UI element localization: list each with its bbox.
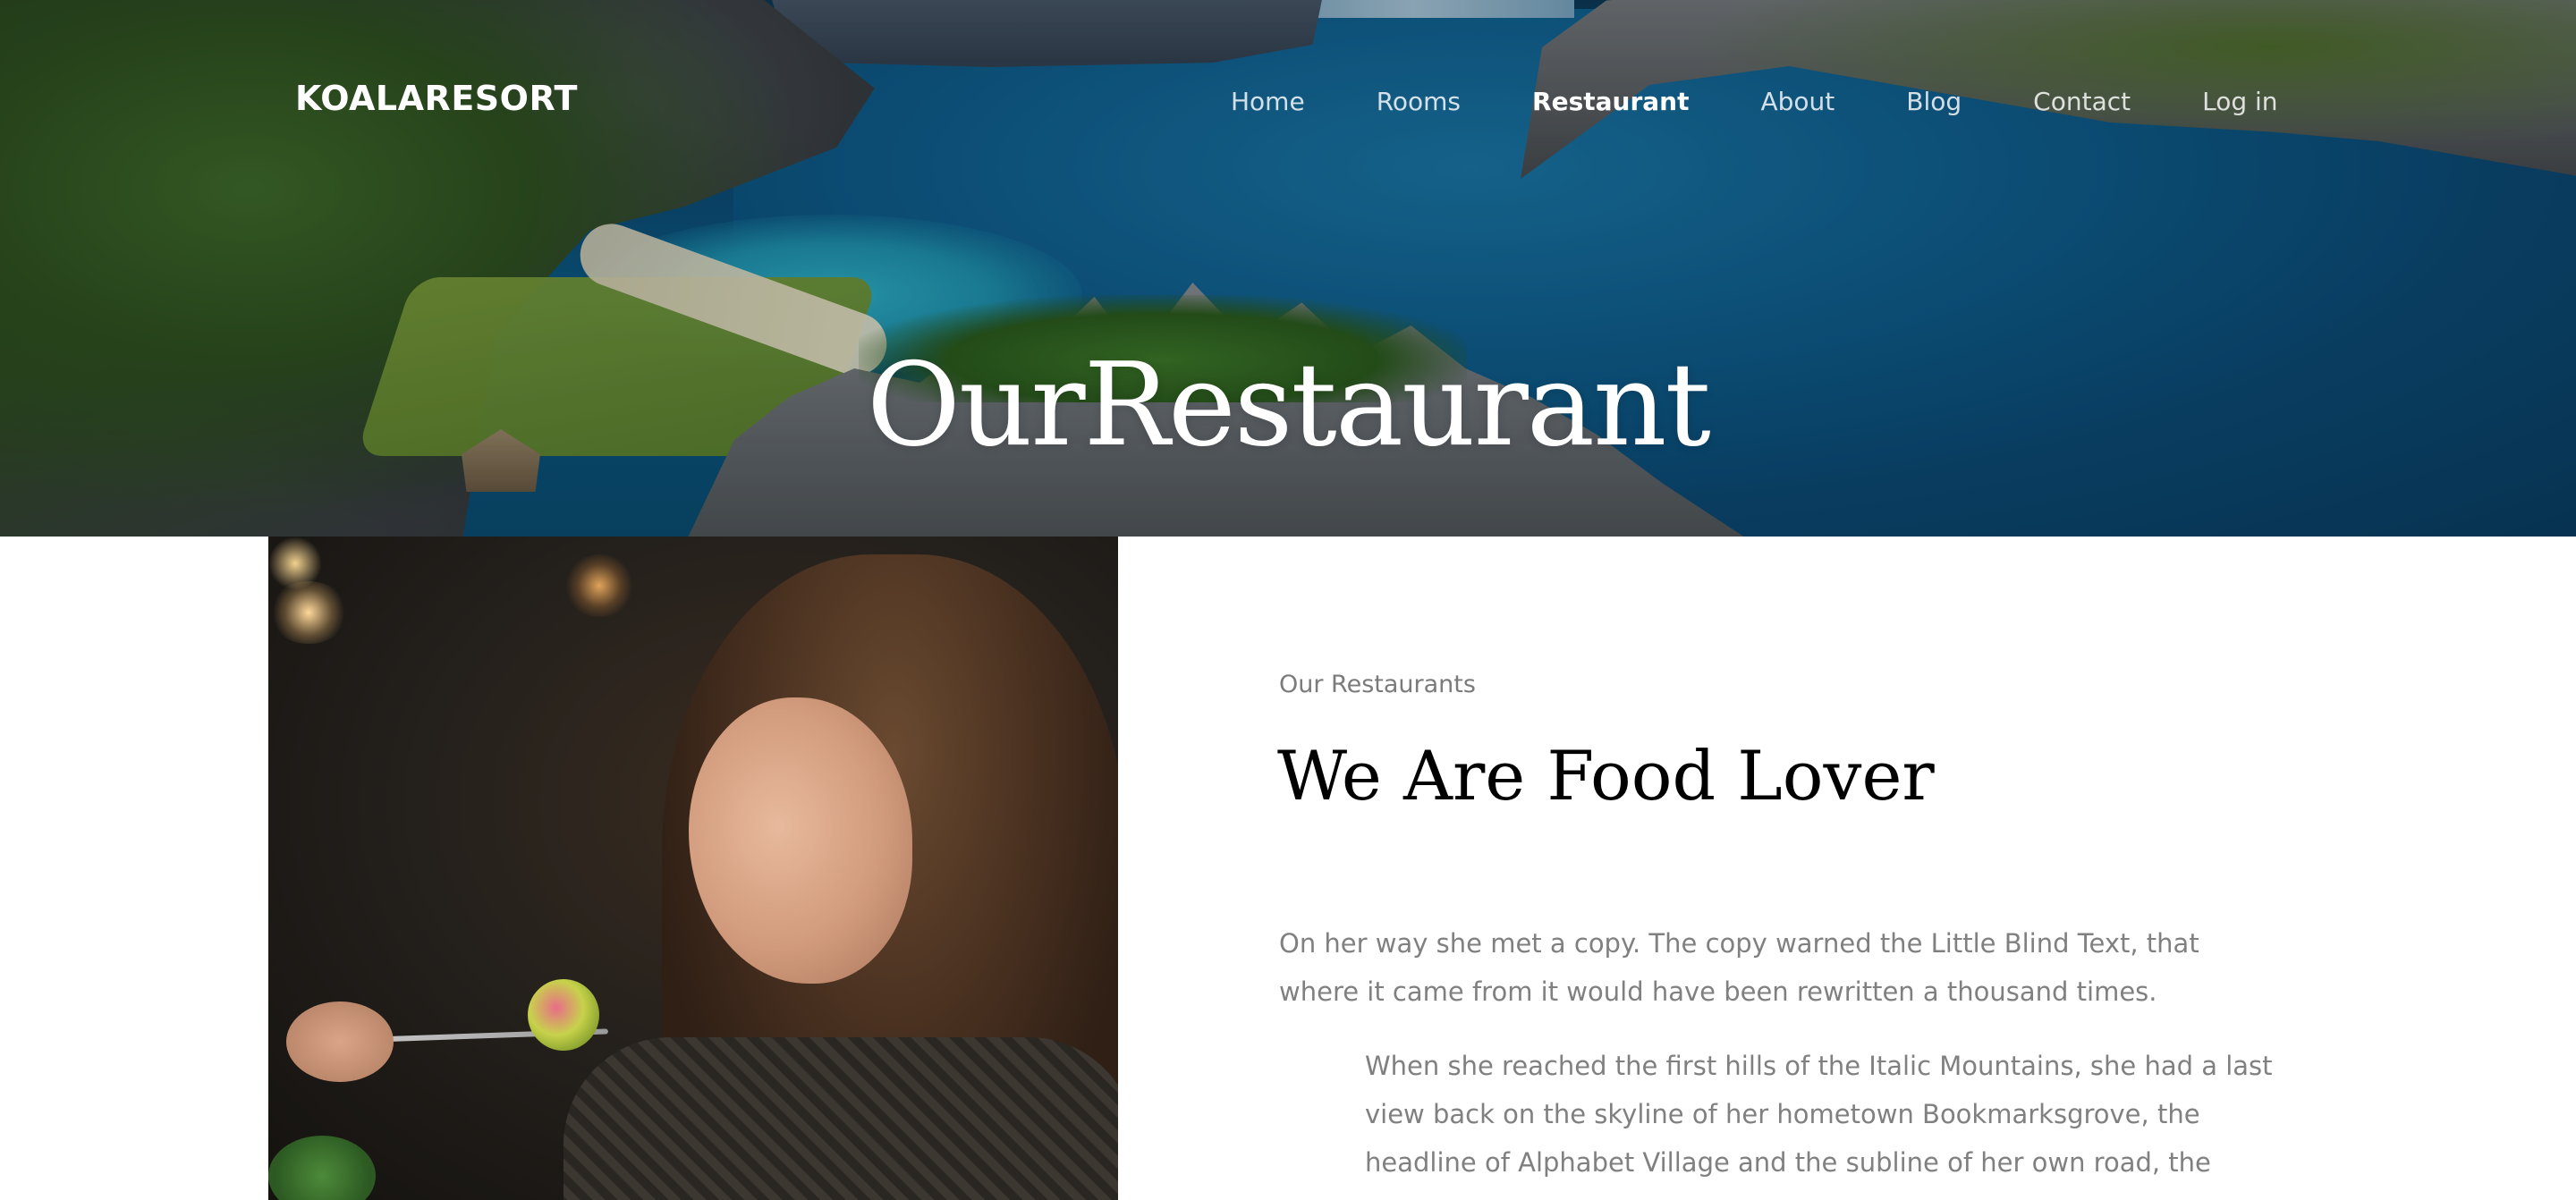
photo-woman-sweater xyxy=(564,1037,1118,1200)
hero-banner: KOALARESORT Home Rooms Restaurant About … xyxy=(0,0,2576,537)
nav-item-login[interactable]: Log in xyxy=(2166,87,2313,116)
nav-item-home[interactable]: Home xyxy=(1195,87,1341,116)
photo-bokeh-light xyxy=(564,554,635,617)
photo-bokeh-light xyxy=(268,581,349,644)
section-paragraph-intro: On her way she met a copy. The copy warn… xyxy=(1279,928,2199,1007)
nav-item-restaurant[interactable]: Restaurant xyxy=(1496,87,1724,116)
brand-logo[interactable]: KOALARESORT xyxy=(295,79,578,118)
photo-hand xyxy=(286,1001,394,1082)
photo-plant xyxy=(268,1136,376,1200)
nav-item-rooms[interactable]: Rooms xyxy=(1341,87,1496,116)
section-paragraph-quote: When she reached the first hills of the … xyxy=(1365,1051,2273,1178)
nav-item-about[interactable]: About xyxy=(1724,87,1870,116)
nav-item-contact[interactable]: Contact xyxy=(1997,87,2166,116)
nav-item-blog[interactable]: Blog xyxy=(1870,87,1997,116)
section-eyebrow: Our Restaurants xyxy=(1279,671,1476,698)
section-heading: We Are Food Lover xyxy=(1277,736,1935,815)
page-title: OurRestaurant xyxy=(867,339,1711,472)
restaurant-photo xyxy=(268,537,1118,1200)
main-nav: Home Rooms Restaurant About Blog Contact… xyxy=(1195,81,2314,121)
photo-food xyxy=(528,979,599,1051)
